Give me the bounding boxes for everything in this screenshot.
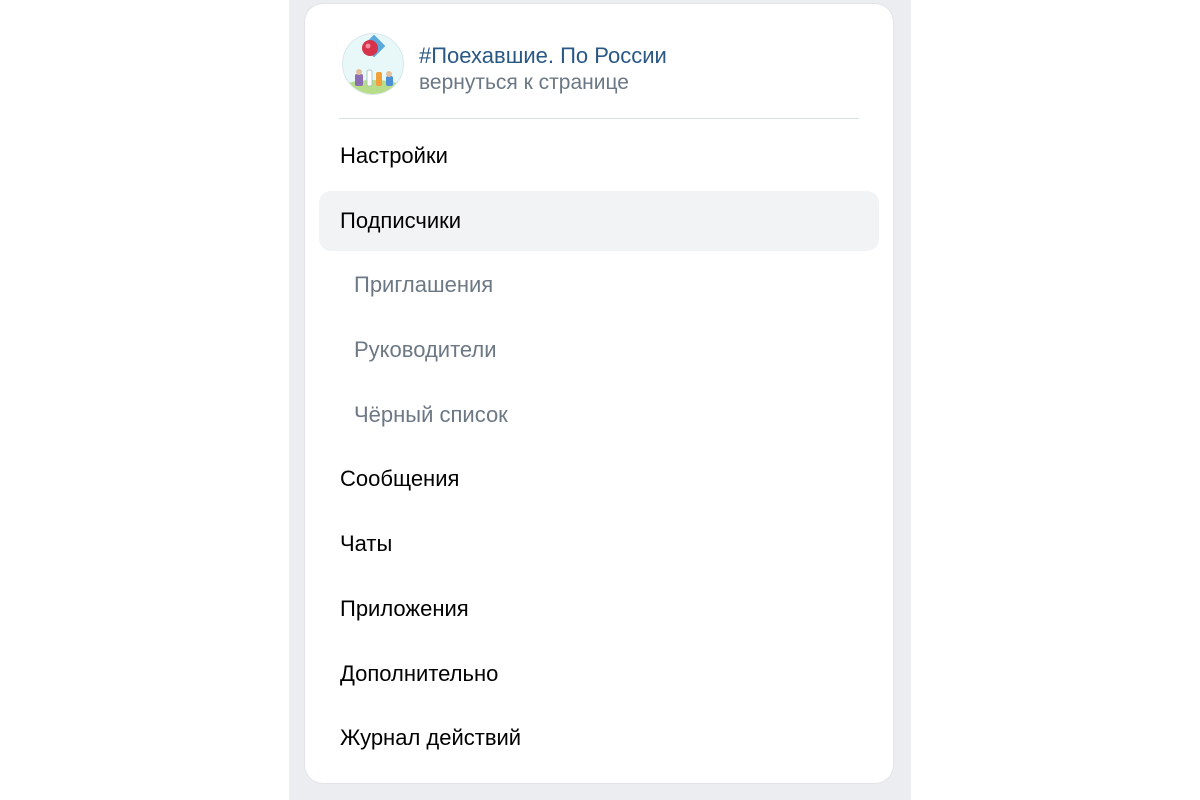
menu-item-invitations[interactable]: Приглашения [319, 255, 879, 315]
menu-item-managers[interactable]: Руководители [319, 320, 879, 380]
menu-item-additional[interactable]: Дополнительно [319, 644, 879, 704]
menu-item-messages[interactable]: Сообщения [319, 449, 879, 509]
menu-item-blacklist[interactable]: Чёрный список [319, 385, 879, 445]
settings-menu-card: #Поехавшие. По России вернуться к страни… [305, 4, 893, 783]
menu-item-subscribers[interactable]: Подписчики [319, 190, 879, 251]
menu-item-label: Журнал действий [340, 725, 522, 751]
menu-item-label: Руководители [354, 337, 497, 363]
group-header-text: #Поехавшие. По России вернуться к страни… [419, 42, 859, 97]
menu-item-apps[interactable]: Приложения [319, 579, 879, 639]
menu-item-label: Чаты [340, 531, 393, 557]
menu-item-label: Настройки [340, 143, 448, 168]
back-to-page-link[interactable]: вернуться к странице [419, 69, 859, 97]
group-header: #Поехавшие. По России вернуться к страни… [339, 34, 859, 119]
menu-item-chats[interactable]: Чаты [319, 514, 879, 574]
menu-item-label: Сообщения [340, 466, 460, 492]
menu-item-label: Дополнительно [340, 660, 499, 686]
group-title-link[interactable]: #Поехавшие. По России [419, 42, 859, 69]
group-avatar-icon[interactable] [343, 34, 403, 94]
menu-item-label: Приложения [340, 595, 469, 621]
menu-item-label: Приглашения [354, 272, 494, 298]
settings-menu: Настройки Подписчики Приглашения Руковод… [319, 126, 879, 773]
menu-item-settings[interactable]: Настройки [319, 126, 879, 186]
menu-item-label: Подписчики [340, 207, 462, 233]
menu-item-activity-log[interactable]: Журнал действий [319, 708, 879, 768]
menu-item-label: Чёрный список [354, 401, 508, 427]
